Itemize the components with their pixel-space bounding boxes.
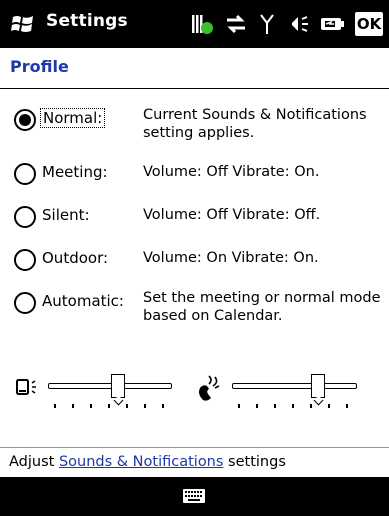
- tick: [90, 404, 92, 408]
- tick: [54, 404, 56, 408]
- profile-label-normal: Normal:: [39, 108, 106, 128]
- bottom-bar: [0, 477, 389, 516]
- footer-suffix: settings: [223, 454, 286, 470]
- page-title: Profile: [10, 57, 69, 76]
- keyboard-icon[interactable]: [182, 488, 206, 504]
- ring-volume-track: [232, 383, 357, 389]
- volume-sliders: [0, 374, 389, 422]
- ring-volume-icon: [199, 375, 220, 401]
- system-volume-thumb[interactable]: [110, 374, 125, 398]
- tick: [144, 404, 146, 408]
- tick: [292, 404, 294, 408]
- profile-description-normal: Current Sounds & Notifications setting a…: [143, 107, 367, 141]
- tick: [256, 404, 258, 408]
- ring-volume-slider[interactable]: [232, 374, 357, 418]
- battery-icon[interactable]: [318, 12, 346, 36]
- ok-button[interactable]: OK: [355, 12, 383, 36]
- radio-normal[interactable]: [14, 109, 36, 131]
- tick: [310, 404, 312, 408]
- speaker-icon[interactable]: [288, 12, 310, 36]
- profile-label-automatic: Automatic:: [42, 292, 124, 310]
- start-menu-icon[interactable]: [11, 13, 35, 35]
- radio-silent[interactable]: [14, 206, 36, 228]
- profile-description-outdoor: Volume: On Vibrate: On.: [143, 250, 319, 266]
- radio-automatic[interactable]: [14, 292, 36, 314]
- connectivity-icon[interactable]: [224, 12, 248, 36]
- app-title: Settings: [46, 11, 128, 31]
- signal-icon[interactable]: [258, 12, 276, 36]
- notification-icon[interactable]: [190, 12, 216, 36]
- tick: [238, 404, 240, 408]
- radio-meeting[interactable]: [14, 163, 36, 185]
- profile-description-meeting: Volume: Off Vibrate: On.: [143, 164, 320, 180]
- profile-description-silent: Volume: Off Vibrate: Off.: [143, 207, 321, 223]
- page-header: Profile: [0, 48, 389, 89]
- system-volume-icon: [16, 379, 36, 395]
- footer-prefix: Adjust: [9, 454, 59, 470]
- profile-label-meeting: Meeting:: [42, 163, 108, 181]
- radio-outdoor[interactable]: [14, 249, 36, 271]
- profile-label-outdoor: Outdoor:: [42, 249, 109, 267]
- tick: [346, 404, 348, 408]
- profile-label-silent: Silent:: [42, 206, 90, 224]
- tick: [274, 404, 276, 408]
- title-bar: Settings OK: [0, 0, 389, 48]
- profile-description-automatic: Set the meeting or normal mode based on …: [143, 290, 381, 324]
- tick: [108, 404, 110, 408]
- system-volume-slider[interactable]: [48, 374, 172, 418]
- tick: [162, 404, 164, 408]
- sounds-notifications-link[interactable]: Sounds & Notifications: [59, 454, 224, 470]
- profile-option-automatic[interactable]: Automatic: Set the meeting or normal mod…: [0, 289, 389, 341]
- tick: [328, 404, 330, 408]
- tick: [72, 404, 74, 408]
- profile-option-normal[interactable]: Normal: Current Sounds & Notifications s…: [0, 106, 389, 158]
- footer: Adjust Sounds & Notifications settings: [0, 447, 389, 478]
- tick: [126, 404, 128, 408]
- ring-volume-thumb[interactable]: [310, 374, 325, 398]
- footer-text: Adjust Sounds & Notifications settings: [9, 454, 286, 470]
